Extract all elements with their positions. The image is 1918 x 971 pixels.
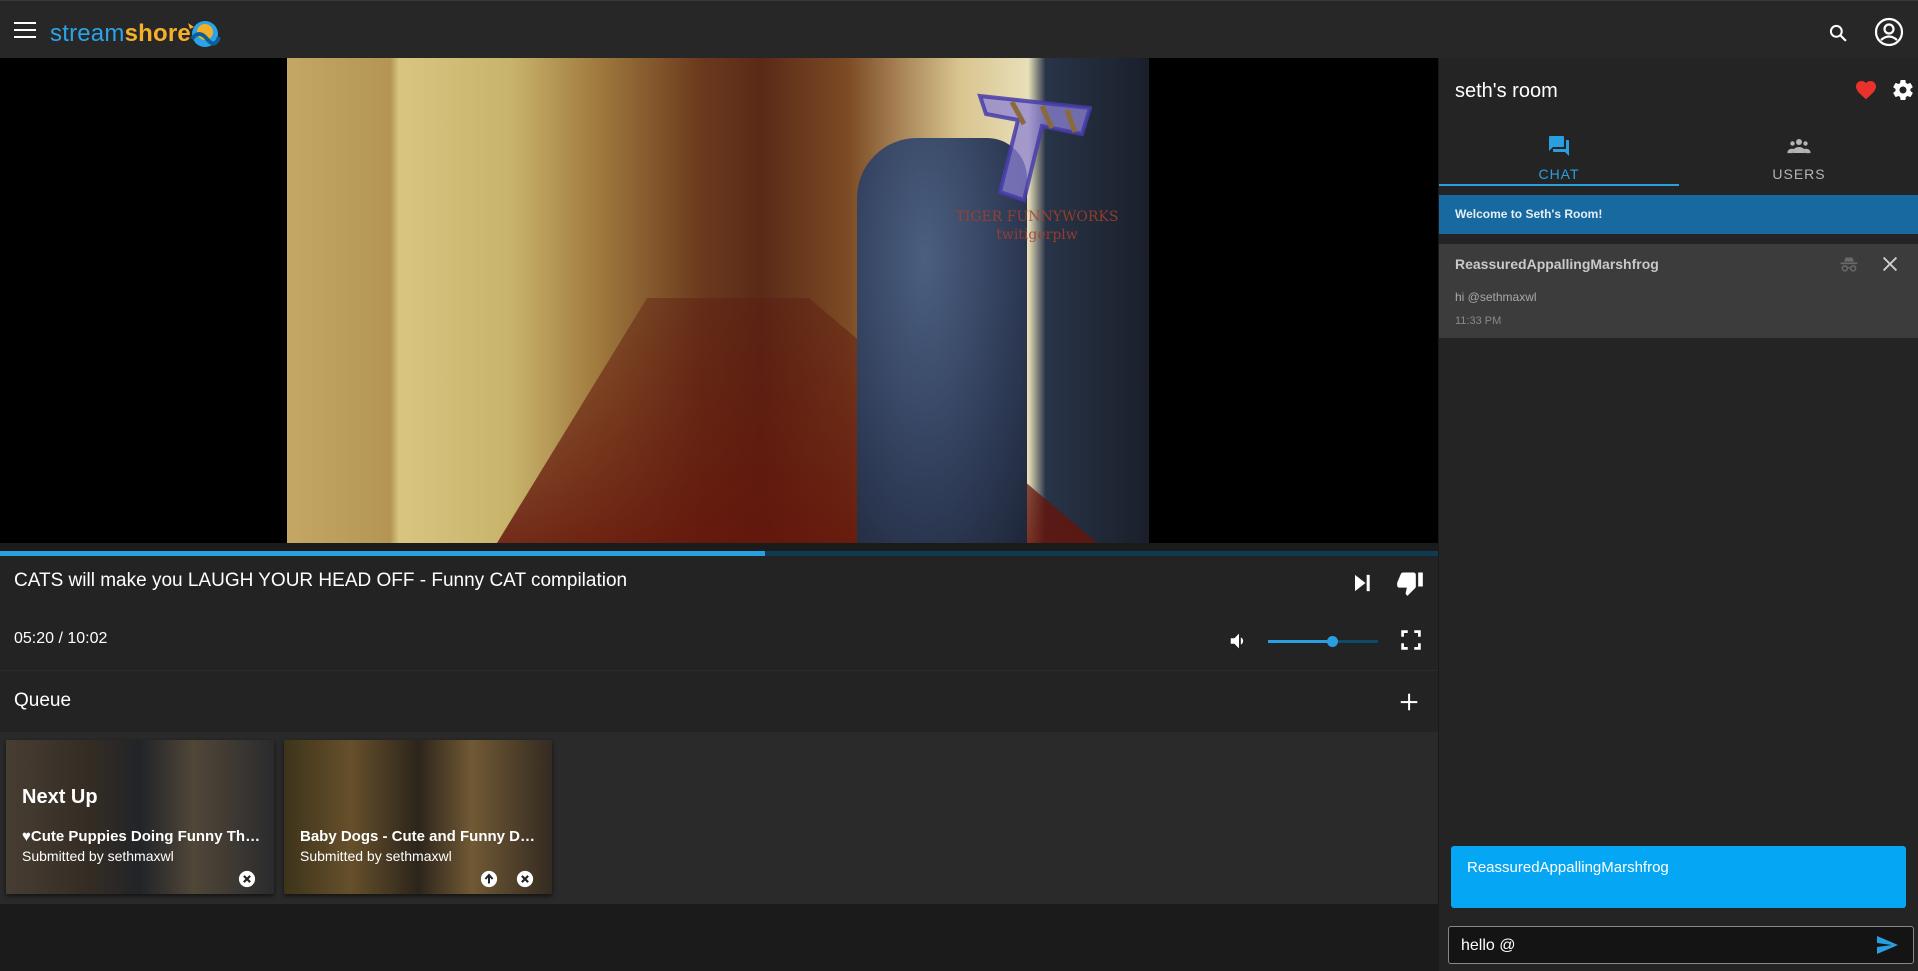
chat-icon xyxy=(1549,136,1569,156)
thumbnail-shade xyxy=(284,740,552,894)
active-tab-indicator xyxy=(1439,184,1679,186)
tab-chat[interactable]: CHAT xyxy=(1439,124,1679,188)
message-username[interactable]: ReassuredAppallingMarshfrog xyxy=(1455,256,1659,272)
video-title-row: CATS will make you LAUGH YOUR HEAD OFF -… xyxy=(0,556,1438,614)
thumbnail-shade xyxy=(6,740,274,894)
queue-item-submitter: Submitted by sethmaxwl xyxy=(22,848,174,864)
time-display: 05:20 / 10:02 xyxy=(14,630,108,647)
logo-text-shore: shore xyxy=(124,20,191,47)
remove-icon[interactable] xyxy=(516,870,534,888)
watermark-line1: TIGER FUNNYWORKS xyxy=(955,209,1119,225)
tab-chat-label: CHAT xyxy=(1538,166,1580,182)
close-icon[interactable] xyxy=(1879,253,1901,275)
message-timestamp: 11:33 PM xyxy=(1455,315,1502,327)
mention-suggestion[interactable]: ReassuredAppallingMarshfrog xyxy=(1451,846,1906,908)
gear-icon[interactable] xyxy=(1891,78,1915,102)
send-icon[interactable] xyxy=(1875,933,1899,957)
add-icon[interactable] xyxy=(1398,691,1420,713)
video-title: CATS will make you LAUGH YOUR HEAD OFF -… xyxy=(14,570,628,591)
account-circle-icon[interactable] xyxy=(1874,17,1904,47)
mention-suggestion-label: ReassuredAppallingMarshfrog xyxy=(1467,859,1669,876)
room-title: seth's room xyxy=(1455,80,1558,102)
menu-icon[interactable] xyxy=(14,22,36,40)
volume-slider[interactable] xyxy=(1268,634,1378,650)
incognito-icon xyxy=(1840,257,1858,272)
skip-next-icon[interactable] xyxy=(1348,569,1376,597)
queue-item-title: Baby Dogs - Cute and Funny Dog Videos xyxy=(300,828,540,845)
queue-item-title: ♥Cute Puppies Doing Funny Things 2018 xyxy=(22,828,262,845)
move-up-icon[interactable] xyxy=(480,870,498,888)
chat-input[interactable] xyxy=(1459,933,1863,959)
thumb-down-icon[interactable] xyxy=(1396,569,1424,597)
queue-item-submitter: Submitted by sethmaxwl xyxy=(300,848,452,864)
next-up-badge: Next Up xyxy=(22,786,98,808)
users-icon xyxy=(1787,139,1811,154)
queue-item[interactable]: Baby Dogs - Cute and Funny Dog Videos Su… xyxy=(284,740,552,894)
volume-thumb[interactable] xyxy=(1326,636,1338,647)
volume-fill xyxy=(1268,640,1332,643)
volume-icon[interactable] xyxy=(1228,630,1250,652)
message-text: hi @sethmaxwl xyxy=(1455,290,1537,304)
app-logo[interactable]: streamshore xyxy=(50,20,191,48)
video-player[interactable]: TIGER FUNNYWORKS twitigerplw xyxy=(0,58,1438,543)
logo-wave-icon xyxy=(188,21,221,47)
queue-list: Next Up ♥Cute Puppies Doing Funny Things… xyxy=(0,732,1438,904)
queue-header: Queue xyxy=(0,670,1438,733)
remove-icon[interactable] xyxy=(238,870,256,888)
tab-users-label: USERS xyxy=(1772,166,1826,182)
queue-title: Queue xyxy=(14,690,72,711)
chat-input-field[interactable] xyxy=(1448,926,1914,964)
channel-logo-icon xyxy=(977,93,1092,203)
search-icon[interactable] xyxy=(1828,23,1848,43)
heart-icon[interactable] xyxy=(1854,78,1878,102)
app-bar: streamshore xyxy=(0,0,1918,58)
tab-users[interactable]: USERS xyxy=(1679,124,1918,188)
player-controls: 05:20 / 10:02 xyxy=(0,614,1438,670)
logo-text-stream: stream xyxy=(50,20,125,47)
watermark-line2: twitigerplw xyxy=(996,227,1078,243)
chat-sidebar: seth's room CHAT USERS Welcome to Seth's… xyxy=(1438,58,1918,971)
video-watermark: TIGER FUNNYWORKS twitigerplw xyxy=(927,208,1147,244)
welcome-banner: Welcome to Seth's Room! xyxy=(1439,195,1918,234)
fullscreen-icon[interactable] xyxy=(1398,627,1424,653)
queue-item[interactable]: Next Up ♥Cute Puppies Doing Funny Things… xyxy=(6,740,274,894)
chat-message: ReassuredAppallingMarshfrog hi @sethmaxw… xyxy=(1439,244,1918,338)
video-frame[interactable]: TIGER FUNNYWORKS twitigerplw xyxy=(287,58,1149,543)
welcome-text: Welcome to Seth's Room! xyxy=(1455,207,1603,221)
